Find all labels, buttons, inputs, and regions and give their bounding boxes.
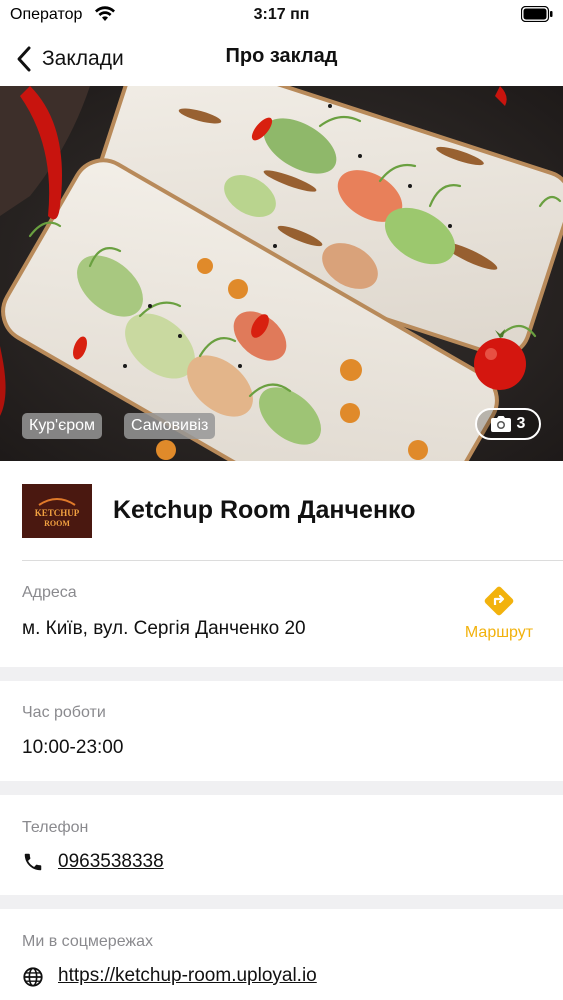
photo-count-label: 3 — [516, 415, 526, 432]
status-bar: Оператор 3:17 пп — [0, 0, 563, 30]
status-time: 3:17 пп — [253, 6, 310, 23]
navigation-bar: Заклади Про заклад — [0, 30, 563, 86]
venue-logo: KETCHUP ROOM — [22, 484, 92, 538]
address-label: Адреса — [22, 584, 77, 601]
section-separator — [0, 667, 563, 681]
social-label: Ми в соцмережах — [22, 933, 154, 950]
phone-link[interactable]: 0963538338 — [58, 851, 164, 873]
route-button-label: Маршрут — [464, 624, 534, 641]
section-separator — [0, 895, 563, 909]
hours-section: Час роботи 10:00-23:00 — [0, 681, 563, 781]
address-value: м. Київ, вул. Сергія Данченко 20 — [22, 618, 306, 639]
venue-name: Ketchup Room Данченко — [113, 496, 416, 524]
social-section: Ми в соцмережах https://ketchup-room.upl… — [0, 909, 563, 1000]
phone-label: Телефон — [22, 819, 89, 836]
venue-photo[interactable]: Кур'єром Самовивіз 3 — [0, 86, 563, 461]
venue-logo-line1: KETCHUP — [35, 508, 80, 518]
address-section: Адреса м. Київ, вул. Сергія Данченко 20 … — [0, 561, 563, 667]
camera-icon — [490, 416, 511, 432]
photo-count-button[interactable]: 3 — [475, 408, 541, 440]
route-button[interactable]: Маршрут — [461, 585, 537, 645]
directions-icon — [484, 586, 514, 616]
delivery-tag-courier: Кур'єром — [22, 413, 103, 439]
phone-icon — [24, 853, 42, 871]
delivery-tag-pickup: Самовивіз — [124, 413, 216, 439]
globe-icon — [23, 967, 43, 987]
social-link[interactable]: https://ketchup-room.uployal.io — [58, 965, 317, 987]
venue-header: KETCHUP ROOM Ketchup Room Данченко — [0, 461, 563, 561]
venue-logo-line2: ROOM — [44, 519, 70, 528]
phone-section: Телефон 0963538338 — [0, 795, 563, 895]
page-title: Про заклад — [225, 45, 338, 67]
hours-label: Час роботи — [22, 704, 106, 721]
food-photo-illustration — [0, 86, 563, 461]
hours-value: 10:00-23:00 — [22, 737, 124, 758]
section-separator — [0, 781, 563, 795]
battery-icon — [521, 6, 553, 22]
